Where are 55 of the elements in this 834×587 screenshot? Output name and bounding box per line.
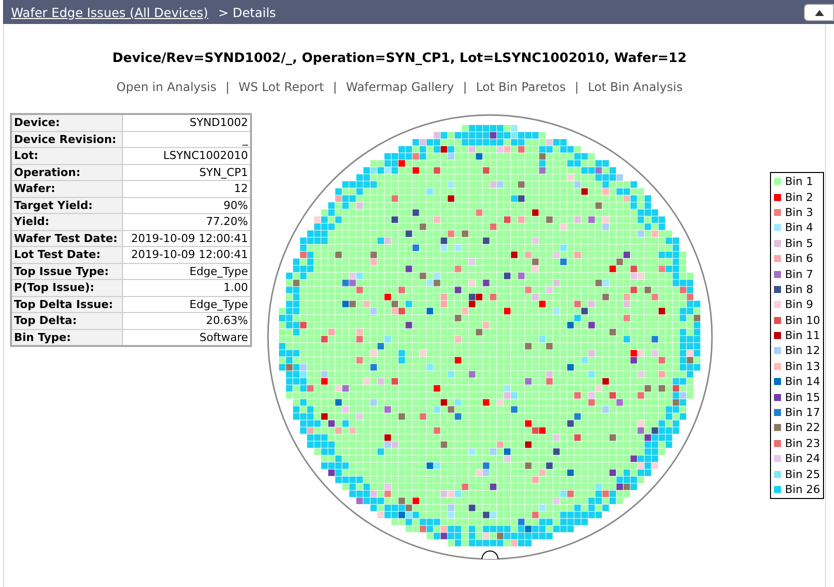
separator: |	[574, 80, 579, 94]
legend-label: Bin 23	[785, 436, 820, 450]
legend-label: Bin 22	[785, 421, 820, 434]
field-label: Target Yield:	[11, 197, 122, 214]
legend-label: Bin 10	[785, 314, 820, 327]
field-label: Wafer Test Date:	[11, 230, 122, 246]
legend-label: Bin 25	[785, 468, 820, 481]
field-value: 1.00	[122, 280, 251, 296]
field-label: Top Delta:	[11, 312, 122, 329]
field-value: LSYNC1002010	[122, 148, 251, 164]
field-label: Top Issue Type:	[11, 263, 122, 280]
field-value: 2019-10-09 12:00:41	[122, 246, 251, 263]
field-label: Operation:	[11, 164, 122, 180]
field-label: Lot:	[11, 148, 122, 164]
legend-label: Bin 8	[785, 282, 814, 296]
field-label: P(Top Issue):	[11, 280, 122, 296]
nav-link[interactable]: Lot Bin Paretos	[476, 80, 566, 94]
legend-label: Bin 24	[785, 452, 820, 466]
legend-label: Bin 2	[785, 190, 814, 204]
field-label: Wafer:	[11, 180, 122, 197]
separator: |	[225, 80, 230, 94]
legend-label: Bin 15	[785, 390, 820, 404]
nav-link[interactable]: Open in Analysis	[116, 80, 216, 94]
legend-label: Bin 1	[785, 175, 814, 188]
field-label: Top Delta Issue:	[11, 296, 122, 312]
legend-label: Bin 7	[785, 268, 814, 281]
legend-label: Bin 14	[785, 375, 820, 388]
collapse-button[interactable]	[804, 4, 834, 21]
legend-label: Bin 12	[785, 344, 820, 358]
field-label: Device Revision:	[11, 131, 122, 148]
field-label: Device:	[11, 114, 122, 131]
nav-link[interactable]: Wafermap Gallery	[346, 80, 454, 94]
field-value: 77.20%	[122, 214, 251, 230]
separator: |	[462, 80, 468, 94]
separator: |	[332, 80, 337, 94]
field-value: 12	[122, 180, 251, 197]
legend-label: Bin 13	[785, 360, 820, 373]
legend-label: Bin 6	[785, 252, 814, 266]
field-label: Lot Test Date:	[11, 246, 122, 263]
breadcrumb-link[interactable]: Wafer Edge Issues (All Devices)	[11, 4, 208, 20]
field-value: 20.63%	[122, 312, 251, 329]
nav-link[interactable]: Lot Bin Analysis	[588, 80, 683, 94]
field-label: Bin Type:	[11, 329, 122, 346]
page-title: Device/Rev=SYND1002/_, Operation=SYN_CP1, Lot=LSYNC1002010, Wafer=12	[111, 50, 688, 66]
nav-link[interactable]: WS Lot Report	[238, 80, 324, 94]
legend-label: Bin 17	[785, 406, 820, 420]
legend-label: Bin 9	[785, 298, 814, 312]
caret-icon	[814, 10, 824, 16]
legend-label: Bin 3	[785, 206, 814, 219]
field-label: Yield:	[11, 214, 122, 230]
legend-label: Bin 11	[785, 329, 820, 342]
legend-label: Bin 5	[785, 236, 814, 250]
breadcrumb-current: > Details	[218, 4, 276, 20]
legend-label: Bin 4	[785, 221, 814, 234]
legend-label: Bin 26	[785, 483, 820, 496]
